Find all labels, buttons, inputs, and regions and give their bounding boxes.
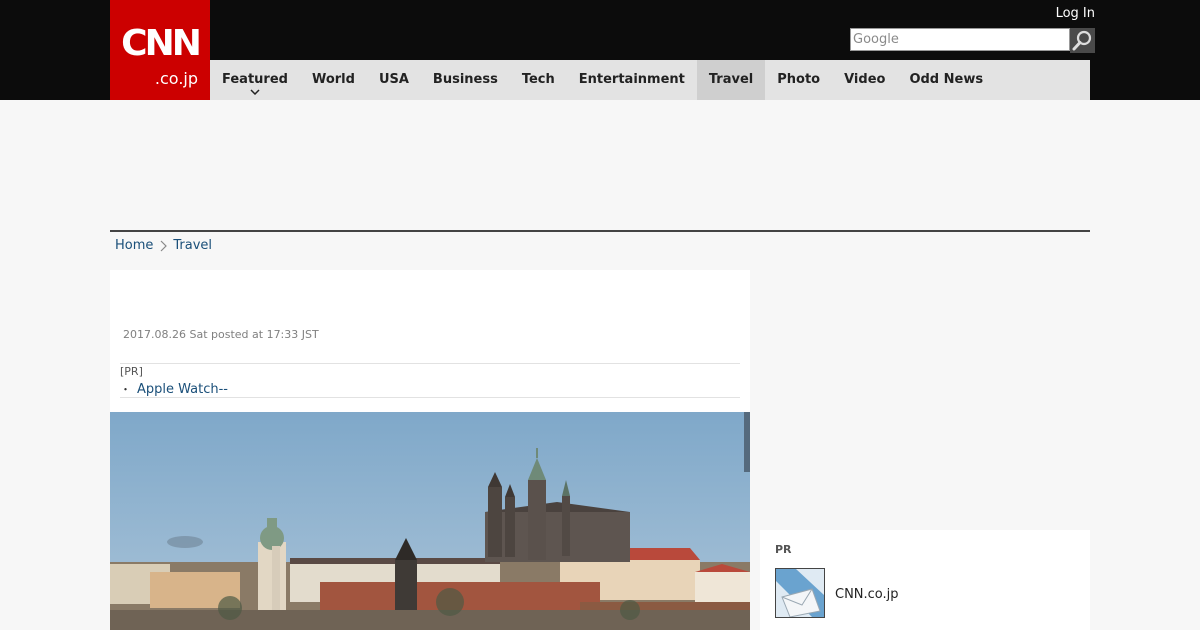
mail-icon <box>776 569 824 617</box>
sidebar-pr-label: PR <box>775 543 792 556</box>
pr-link-label: Apple Watch-- <box>137 382 228 397</box>
post-timestamp: 2017.08.26 Sat posted at 17:33 JST <box>123 328 319 341</box>
sidebar-pr-box: PR CNN.co.jp <box>760 530 1090 630</box>
breadcrumb-travel[interactable]: Travel <box>173 238 212 253</box>
main-nav: Featured World USA Business Tech Enterta… <box>210 60 1090 100</box>
article-photo <box>110 412 750 630</box>
prague-castle-image <box>110 412 750 630</box>
chevron-down-icon <box>250 89 260 95</box>
nav-item-video[interactable]: Video <box>832 60 897 100</box>
sidebar-pr-link[interactable]: CNN.co.jp <box>835 587 899 602</box>
nav-item-travel[interactable]: Travel <box>696 60 766 100</box>
article-card: 2017.08.26 Sat posted at 17:33 JST [PR] … <box>110 270 750 630</box>
search-button[interactable] <box>1070 28 1095 53</box>
nav-item-world[interactable]: World <box>300 60 367 100</box>
breadcrumb-home[interactable]: Home <box>115 238 153 253</box>
pr-tag: [PR] <box>120 365 143 378</box>
nav-item-odd-news[interactable]: Odd News <box>897 60 995 100</box>
nav-item-label: Featured <box>222 72 288 87</box>
login-link[interactable]: Log In <box>1056 6 1095 21</box>
nav-item-featured[interactable]: Featured <box>210 60 300 100</box>
search-input[interactable] <box>850 28 1070 51</box>
nav-item-entertainment[interactable]: Entertainment <box>567 60 697 100</box>
sidebar-pr-thumbnail[interactable] <box>775 568 825 618</box>
nav-item-tech[interactable]: Tech <box>510 60 567 100</box>
nav-item-business[interactable]: Business <box>421 60 510 100</box>
logo-mark: CNN <box>121 23 202 64</box>
bullet: ・ <box>120 383 131 396</box>
nav-item-usa[interactable]: USA <box>367 60 421 100</box>
pr-box: [PR] ・ Apple Watch-- <box>120 363 740 398</box>
magnifier-icon <box>1072 30 1092 51</box>
logo-domain: .co.jp <box>154 69 198 88</box>
breadcrumb: Home Travel <box>115 238 212 253</box>
cnn-logo[interactable]: CNN .co.jp <box>110 0 210 100</box>
pr-link[interactable]: ・ Apple Watch-- <box>120 381 228 397</box>
nav-item-photo[interactable]: Photo <box>765 60 832 100</box>
section-divider <box>110 230 1090 232</box>
chevron-right-icon <box>160 240 168 251</box>
